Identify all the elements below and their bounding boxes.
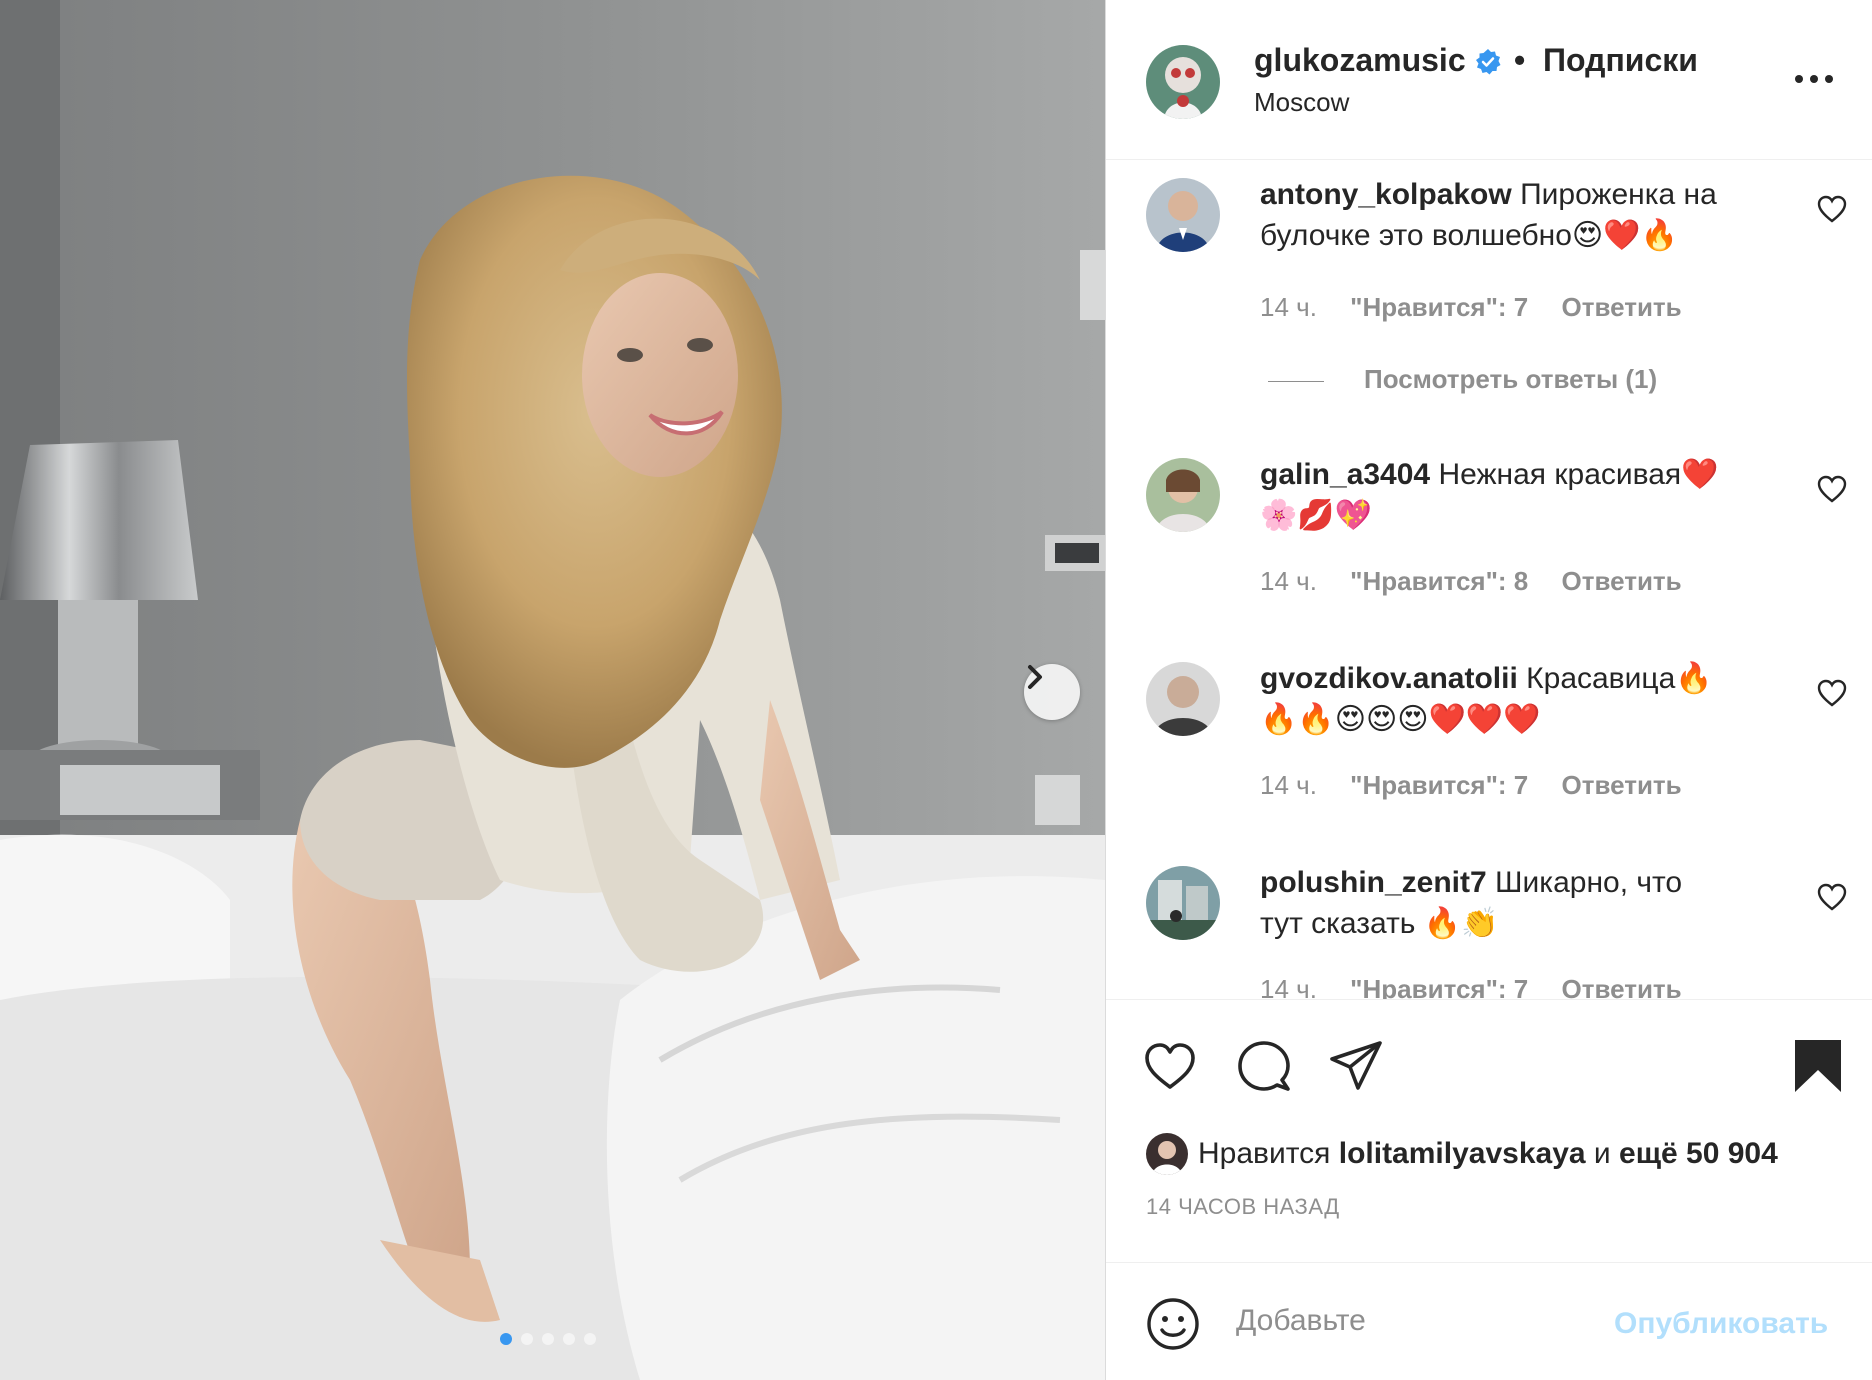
comment-time[interactable]: 14 ч. [1260,770,1317,800]
comment-like-count[interactable]: "Нравится": 8 [1350,566,1528,596]
post-side-panel: glukozamusic • Подписки Moscow antony_ko… [1105,0,1872,1380]
bookmark-saved-icon[interactable] [1790,1038,1846,1094]
view-replies-label: Посмотреть ответы (1) [1364,364,1658,394]
comment-item: gvozdikov.anatolii Красавица🔥🔥🔥😍😍😍❤️❤️❤️… [1106,652,1872,852]
instagram-post-modal: glukozamusic • Подписки Moscow antony_ko… [0,0,1872,1380]
comment-time[interactable]: 14 ч. [1260,566,1317,596]
likes-count[interactable]: ещё 50 904 [1619,1137,1778,1171]
header-separator: • [1514,42,1526,78]
carousel-dot [584,1333,596,1345]
carousel-indicator [500,1333,596,1345]
comment-like-heart-icon[interactable] [1816,678,1848,708]
verified-badge-icon [1476,49,1501,75]
carousel-dot [500,1333,512,1345]
comment-meta: 14 ч. "Нравится": 7 Ответить [1260,974,1708,999]
comment-like-count[interactable]: "Нравится": 7 [1350,974,1528,999]
commenter-avatar[interactable] [1146,866,1220,940]
comment-like-heart-icon[interactable] [1816,474,1848,504]
comment-like-count[interactable]: "Нравится": 7 [1350,292,1528,322]
comment-meta: 14 ч. "Нравится": 8 Ответить [1260,566,1708,597]
likes-summary[interactable]: Нравится lolitamilyavskaya и ещё 50 904 [1146,1132,1778,1176]
comment-reply-button[interactable]: Ответить [1562,292,1682,322]
publish-button[interactable]: Опубликовать [1614,1307,1828,1341]
post-location[interactable]: Moscow [1254,87,1349,118]
comment-item: galin_a3404 Нежная красивая❤️🌸💋💖 14 ч. "… [1106,448,1872,648]
comment-reply-button[interactable]: Ответить [1562,974,1682,999]
comment-time[interactable]: 14 ч. [1260,292,1317,322]
carousel-next-button[interactable] [1024,664,1080,720]
comment-reply-button[interactable]: Ответить [1562,566,1682,596]
author-avatar[interactable] [1146,45,1220,119]
comment-username[interactable]: antony_kolpakow [1260,178,1512,211]
comment-meta: 14 ч. "Нравится": 7 Ответить [1260,770,1708,801]
comment-bubble-icon[interactable] [1236,1038,1292,1094]
liker-avatar [1146,1133,1188,1175]
comment-time[interactable]: 14 ч. [1260,974,1317,999]
like-heart-icon[interactable] [1142,1038,1198,1094]
comment-text: antony_kolpakow Пироженка на булочке это… [1260,174,1730,256]
commenter-avatar[interactable] [1146,178,1220,252]
post-photo[interactable] [0,0,1105,1380]
chevron-right-icon [1028,665,1042,689]
comment-like-count[interactable]: "Нравится": 7 [1350,770,1528,800]
replies-divider [1268,380,1324,382]
following-button[interactable]: Подписки [1543,42,1698,79]
post-header: glukozamusic • Подписки Moscow [1106,0,1872,160]
more-options-icon[interactable] [1794,74,1834,84]
post-action-bar [1106,1000,1872,1120]
comment-item: polushin_zenit7 Шикарно, что тут сказать… [1106,856,1872,999]
post-timestamp[interactable]: 14 ЧАСОВ НАЗАД [1146,1194,1340,1220]
carousel-dot [542,1333,554,1345]
comment-reply-button[interactable]: Ответить [1562,770,1682,800]
likes-prefix: Нравится [1198,1137,1331,1170]
comment-username[interactable]: galin_a3404 [1260,458,1430,491]
share-paper-plane-icon[interactable] [1328,1038,1384,1094]
likes-middle: и [1593,1137,1611,1170]
photo-illustration [0,0,1105,1380]
view-replies-button[interactable]: Посмотреть ответы (1) [1268,364,1657,395]
comment-username[interactable]: polushin_zenit7 [1260,866,1487,899]
author-username[interactable]: glukozamusic [1254,42,1466,79]
commenter-avatar[interactable] [1146,662,1220,736]
comment-like-heart-icon[interactable] [1816,882,1848,912]
comment-username[interactable]: gvozdikov.anatolii [1260,662,1518,695]
comment-text: galin_a3404 Нежная красивая❤️🌸💋💖 [1260,454,1730,536]
add-comment-bar: Опубликовать [1106,1262,1872,1380]
carousel-dot [521,1333,533,1345]
commenter-avatar[interactable] [1146,458,1220,532]
comments-list[interactable]: antony_kolpakow Пироженка на булочке это… [1106,160,1872,1000]
carousel-dot [563,1333,575,1345]
comment-text: gvozdikov.anatolii Красавица🔥🔥🔥😍😍😍❤️❤️❤️ [1260,658,1730,740]
likes-user[interactable]: lolitamilyavskaya [1339,1137,1586,1171]
emoji-smile-icon[interactable] [1146,1297,1200,1351]
comment-text: polushin_zenit7 Шикарно, что тут сказать… [1260,862,1730,944]
comment-like-heart-icon[interactable] [1816,194,1848,224]
comment-meta: 14 ч. "Нравится": 7 Ответить [1260,292,1708,323]
